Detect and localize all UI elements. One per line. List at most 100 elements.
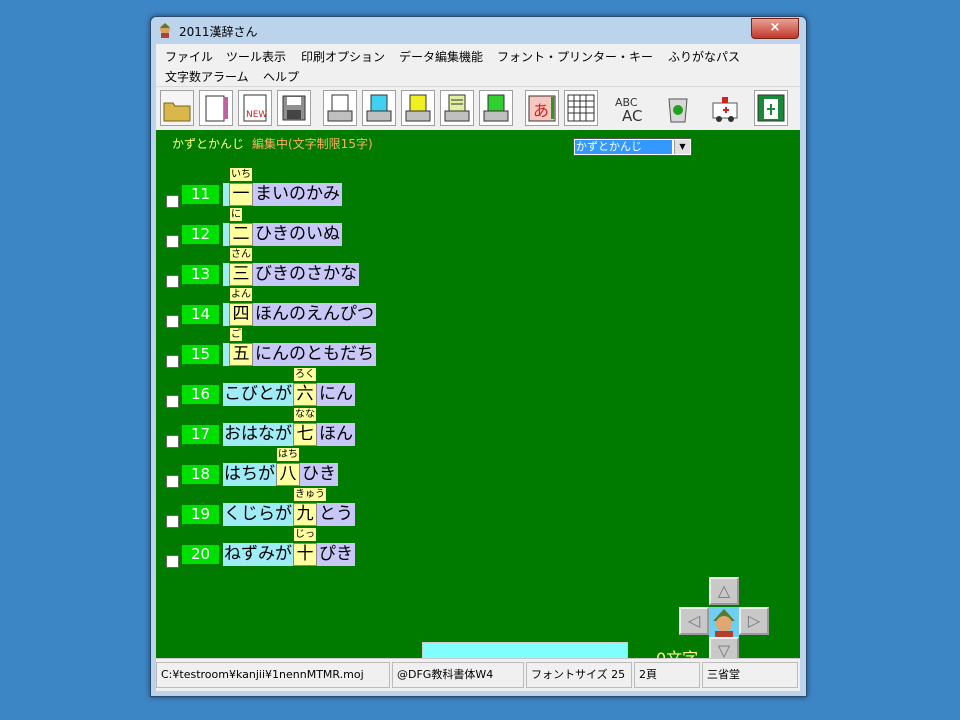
chevron-down-icon[interactable]: ▼ <box>674 140 690 154</box>
grid-icon[interactable] <box>564 90 598 126</box>
menu-furigana-path[interactable]: ふりがなパス <box>668 48 740 65</box>
menu-help[interactable]: ヘルプ <box>263 68 299 85</box>
entry-checkbox[interactable] <box>166 515 179 528</box>
entry-text[interactable]: 五ごにんのともだち <box>223 328 376 366</box>
entry-prefix: ねずみが <box>223 543 293 566</box>
entry-checkbox[interactable] <box>166 195 179 208</box>
entry-text[interactable]: こびとが六 ろく にん <box>223 368 355 406</box>
entry-ruby: なな <box>294 408 316 421</box>
entry-suffix: ぴき <box>317 543 355 566</box>
arrow-left-button[interactable]: ◁ <box>679 607 709 635</box>
ambulance-icon[interactable] <box>708 90 742 126</box>
menu-tool-view[interactable]: ツール表示 <box>226 48 286 65</box>
menu-file[interactable]: ファイル <box>165 48 213 65</box>
svg-text:AC: AC <box>622 107 642 125</box>
entry-text[interactable]: 二にひきのいぬ <box>223 208 342 246</box>
new-page-icon[interactable] <box>199 90 233 126</box>
entry-text[interactable]: おはなが七 なな ほん <box>223 408 355 446</box>
svg-text:あ: あ <box>533 101 549 120</box>
status-font-size: フォントサイズ 25 <box>526 662 632 688</box>
entry-suffix: にんのともだち <box>253 343 376 366</box>
entry-checkbox[interactable] <box>166 355 179 368</box>
entry-text[interactable]: 四 よん ほんのえんぴつ <box>223 288 376 326</box>
menu-data-edit[interactable]: データ編集機能 <box>399 48 483 65</box>
entry-checkbox[interactable] <box>166 235 179 248</box>
entry-ruby: じっ <box>294 528 316 541</box>
print-cyan-icon[interactable] <box>362 90 396 126</box>
entry-prefix: くじらが <box>223 503 293 526</box>
open-folder-icon[interactable] <box>160 90 194 126</box>
arrow-up-button[interactable]: △ <box>709 577 739 605</box>
entry-prefix: おはなが <box>223 423 293 446</box>
app-icon <box>160 23 170 38</box>
text-input[interactable] <box>422 642 628 658</box>
menu-char-alarm[interactable]: 文字数アラーム <box>165 68 249 85</box>
entry-ruby: ろく <box>294 368 316 381</box>
entry-checkbox[interactable] <box>166 475 179 488</box>
entry-number: 17 <box>182 425 219 444</box>
entry-checkbox[interactable] <box>166 555 179 568</box>
entry-checkbox[interactable] <box>166 315 179 328</box>
entry-row: 15 五ごにんのともだち <box>156 328 756 370</box>
menu-bar: ファイル ツール表示 印刷オプション データ編集機能 フォント・プリンター・キー… <box>156 44 800 86</box>
entry-suffix: ほん <box>317 423 355 446</box>
collection-title: かずとかんじ <box>172 137 245 151</box>
entry-text[interactable]: くじらが九 きゅうとう <box>223 488 355 526</box>
entry-number: 12 <box>182 225 219 244</box>
entry-number: 11 <box>182 185 219 204</box>
status-page: 2頁 <box>634 662 700 688</box>
app-window: 2011漢辞さん × ファイル ツール表示 印刷オプション データ編集機能 フォ… <box>150 16 807 697</box>
entry-ruby: はち <box>277 448 299 461</box>
entry-number: 13 <box>182 265 219 284</box>
spelling-icon[interactable]: ABC AC <box>611 90 645 126</box>
entry-suffix: まいのかみ <box>253 183 342 206</box>
entry-text[interactable]: はちが八 はち ひき <box>223 448 338 486</box>
title-bar[interactable]: 2011漢辞さん × <box>151 17 806 44</box>
kanji-char: 三 <box>232 264 250 284</box>
entry-row: 17 おはなが七 なな ほん <box>156 408 756 450</box>
entry-kanji: 四よん <box>229 288 253 326</box>
print-yellow-icon[interactable] <box>401 90 435 126</box>
menu-print-options[interactable]: 印刷オプション <box>301 48 385 65</box>
arrow-right-button[interactable]: ▷ <box>739 607 769 635</box>
new-document-icon[interactable]: NEW <box>238 90 272 126</box>
close-button[interactable]: × <box>751 18 799 39</box>
status-file-path: C:¥testroom¥kanjii¥1nennMTMR.moj <box>156 662 390 688</box>
entry-suffix: とう <box>317 503 355 526</box>
save-disk-icon[interactable] <box>277 90 311 126</box>
print-green-icon[interactable] <box>479 90 513 126</box>
entry-text[interactable]: 一 いち まいのかみ <box>223 168 342 206</box>
entry-row: 13 三 さん びきのさかな <box>156 248 756 290</box>
exit-icon[interactable] <box>754 90 788 126</box>
entry-row: 16 こびとが六 ろく にん <box>156 368 756 410</box>
entry-ruby: よん <box>230 288 252 301</box>
entry-ruby: きゅう <box>294 488 326 501</box>
entry-prefix: はちが <box>223 463 276 486</box>
arrow-down-button[interactable]: ▽ <box>709 637 739 658</box>
svg-text:NEW: NEW <box>246 110 267 120</box>
entry-ruby: ご <box>230 328 242 341</box>
entry-kanji: 一いち <box>229 168 253 206</box>
print-icon[interactable] <box>323 90 357 126</box>
kanji-char: 七 <box>296 424 314 444</box>
entry-checkbox[interactable] <box>166 395 179 408</box>
entry-suffix: にん <box>317 383 355 406</box>
entry-checkbox[interactable] <box>166 275 179 288</box>
print-list-icon[interactable] <box>440 90 474 126</box>
kanji-char: 九 <box>296 504 314 524</box>
collection-dropdown[interactable]: かずとかんじ ▼ <box>573 138 692 156</box>
entry-text[interactable]: ねずみが十 じっ ぴき <box>223 528 355 566</box>
recycle-bin-icon[interactable] <box>661 90 695 126</box>
entry-row: 20 ねずみが十 じっ ぴき <box>156 528 756 570</box>
char-count: 0文字 <box>656 645 698 658</box>
entry-kanji: 二に <box>229 208 253 246</box>
furigana-icon[interactable]: あ <box>525 90 559 126</box>
menu-font-printer-key[interactable]: フォント・プリンター・キー <box>497 48 653 65</box>
entry-checkbox[interactable] <box>166 435 179 448</box>
entry-text[interactable]: 三 さん びきのさかな <box>223 248 359 286</box>
entry-ruby: に <box>230 208 242 221</box>
entry-row: 11 一 いち まいのかみ <box>156 168 756 210</box>
status-publisher: 三省堂 <box>702 662 798 688</box>
entry-ruby: さん <box>230 248 252 261</box>
kanji-char: 五 <box>232 344 250 364</box>
